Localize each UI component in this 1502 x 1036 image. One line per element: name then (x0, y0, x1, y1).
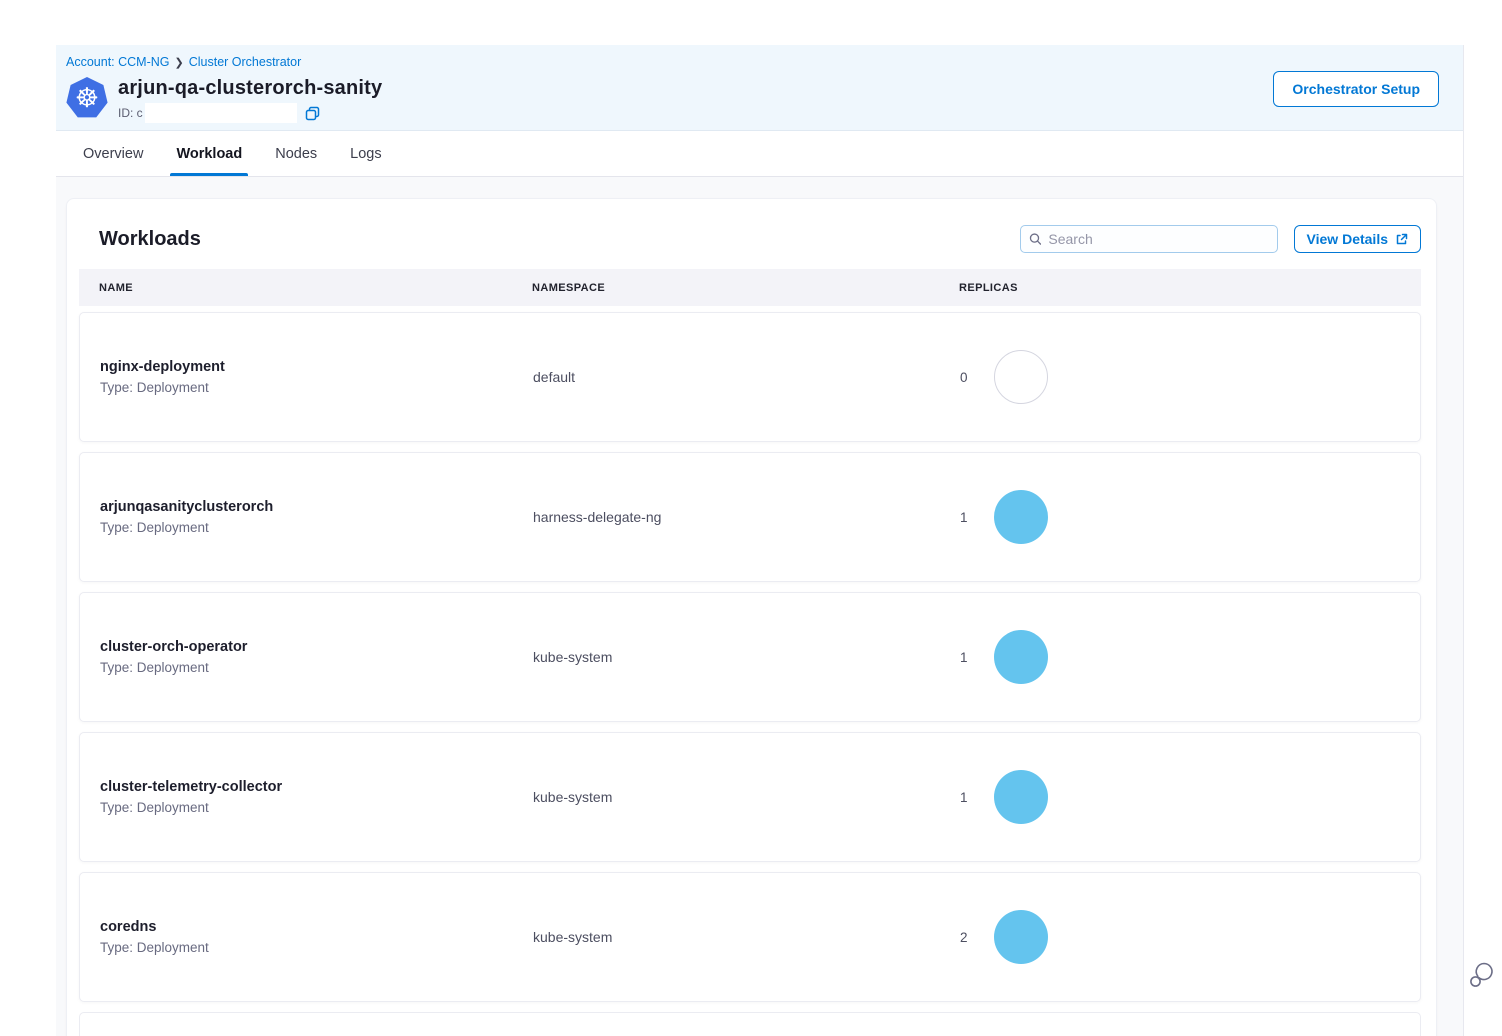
replica-indicator (994, 910, 1048, 964)
workload-type: Type: Deployment (100, 800, 533, 815)
search-icon (1029, 232, 1042, 246)
workload-namespace: kube-system (533, 649, 960, 665)
replica-count: 1 (960, 790, 968, 805)
workload-name: cluster-telemetry-collector (100, 779, 533, 795)
chat-help-button[interactable] (1468, 960, 1494, 990)
workloads-card: Workloads View Details (66, 198, 1437, 1036)
column-header-replicas: REPLICAS (959, 282, 1421, 294)
breadcrumb-account-link[interactable]: Account: CCM-NG (66, 55, 170, 69)
breadcrumb: Account: CCM-NG❯Cluster Orchestrator (66, 54, 1439, 71)
kubernetes-icon: ☸ (66, 77, 108, 119)
column-header-namespace: NAMESPACE (532, 282, 959, 294)
workload-namespace: kube-system (533, 929, 960, 945)
table-row[interactable]: cluster-orch-operator Type: Deployment k… (79, 592, 1421, 722)
tab-overview[interactable]: Overview (83, 131, 143, 176)
workload-name: nginx-deployment (100, 359, 533, 375)
chat-bubbles-icon (1468, 960, 1494, 990)
app-viewport: Account: CCM-NG❯Cluster Orchestrator ☸ a… (56, 45, 1464, 1036)
breadcrumb-separator: ❯ (170, 57, 189, 69)
replica-count: 1 (960, 650, 968, 665)
table-row[interactable]: arjunqasanityclusterorch Type: Deploymen… (79, 452, 1421, 582)
workload-namespace: default (533, 369, 960, 385)
workloads-heading: Workloads (99, 228, 201, 251)
workload-type: Type: Deployment (100, 940, 533, 955)
tab-bar: Overview Workload Nodes Logs (56, 131, 1463, 177)
breadcrumb-page-link[interactable]: Cluster Orchestrator (189, 55, 302, 69)
replica-indicator (994, 770, 1048, 824)
table-rows: nginx-deployment Type: Deployment defaul… (79, 312, 1421, 1036)
replica-count: 2 (960, 930, 968, 945)
replica-indicator (994, 630, 1048, 684)
cluster-id-label: ID: c (118, 106, 143, 120)
cluster-id-redacted-value (145, 103, 297, 123)
tab-logs[interactable]: Logs (350, 131, 381, 176)
workload-type: Type: Deployment (100, 520, 533, 535)
workload-namespace: harness-delegate-ng (533, 509, 960, 525)
view-details-button[interactable]: View Details (1294, 225, 1421, 253)
search-input[interactable] (1048, 231, 1268, 247)
view-details-label: View Details (1307, 231, 1388, 247)
page-title: arjun-qa-clusterorch-sanity (118, 77, 382, 100)
table-header-row: NAME NAMESPACE REPLICAS (79, 269, 1421, 306)
table-row-partial[interactable] (79, 1012, 1421, 1036)
copy-icon[interactable] (305, 106, 320, 121)
replica-count: 1 (960, 510, 968, 525)
workload-type: Type: Deployment (100, 380, 533, 395)
orchestrator-setup-button[interactable]: Orchestrator Setup (1273, 71, 1439, 107)
workload-name: cluster-orch-operator (100, 639, 533, 655)
workload-namespace: kube-system (533, 789, 960, 805)
tab-nodes[interactable]: Nodes (275, 131, 317, 176)
table-row[interactable]: coredns Type: Deployment kube-system 2 (79, 872, 1421, 1002)
workload-type: Type: Deployment (100, 660, 533, 675)
workload-name: coredns (100, 919, 533, 935)
page-body: Workloads View Details (56, 177, 1463, 1035)
cluster-header: Account: CCM-NG❯Cluster Orchestrator ☸ a… (56, 45, 1463, 131)
replica-count: 0 (960, 370, 968, 385)
column-header-name: NAME (99, 282, 532, 294)
table-row[interactable]: nginx-deployment Type: Deployment defaul… (79, 312, 1421, 442)
replica-indicator (994, 350, 1048, 404)
table-row[interactable]: cluster-telemetry-collector Type: Deploy… (79, 732, 1421, 862)
workload-name: arjunqasanityclusterorch (100, 499, 533, 515)
tab-workload[interactable]: Workload (176, 131, 242, 176)
external-link-icon (1395, 233, 1408, 246)
replica-indicator (994, 490, 1048, 544)
search-box[interactable] (1020, 225, 1278, 253)
